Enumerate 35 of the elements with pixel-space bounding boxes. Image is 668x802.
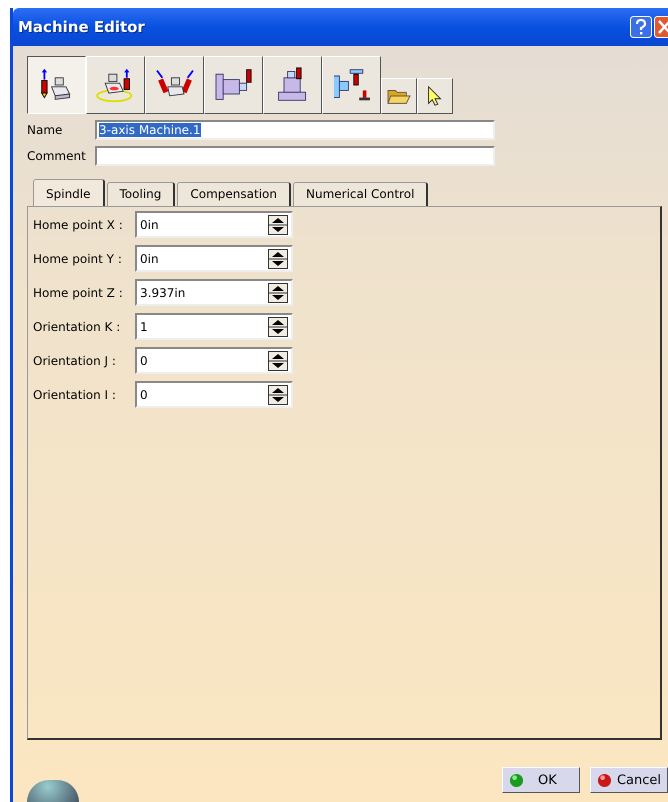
spin-arrows-icon[interactable] bbox=[268, 248, 288, 268]
ok-button[interactable]: OK bbox=[502, 767, 580, 793]
text-field[interactable] bbox=[95, 146, 495, 166]
spin-arrows-icon[interactable] bbox=[268, 214, 288, 234]
spin-arrows-icon[interactable] bbox=[268, 350, 288, 370]
parameter-label: Home point Y : bbox=[33, 252, 123, 266]
ok-icon bbox=[509, 772, 524, 788]
spin-field[interactable]: 0 bbox=[135, 381, 293, 408]
toolbar-button[interactable] bbox=[27, 56, 86, 114]
spin-arrows-icon[interactable] bbox=[268, 316, 288, 336]
text-field[interactable]: 3-axis Machine.1 bbox=[95, 120, 495, 140]
help-icon[interactable] bbox=[630, 16, 652, 38]
cancel-button[interactable]: Cancel bbox=[590, 767, 668, 793]
tab[interactable]: Compensation bbox=[177, 182, 291, 206]
field-label: Comment bbox=[27, 149, 87, 163]
parameter-label: Orientation K : bbox=[33, 320, 122, 334]
parameter-label: Orientation I : bbox=[33, 388, 117, 402]
tab[interactable]: Spindle bbox=[33, 179, 105, 206]
tab[interactable]: Numerical Control bbox=[293, 182, 428, 206]
tab[interactable]: Tooling bbox=[106, 182, 176, 206]
parameter-label: Orientation J : bbox=[33, 354, 117, 368]
spin-field[interactable]: 0in bbox=[135, 245, 293, 272]
parameter-label: Home point X : bbox=[33, 218, 124, 232]
parameter-label: Home point Z : bbox=[33, 286, 124, 300]
window-title: Machine Editor bbox=[18, 18, 145, 36]
close-icon[interactable] bbox=[654, 16, 668, 38]
spin-arrows-icon[interactable] bbox=[268, 384, 288, 404]
spin-field[interactable]: 0 bbox=[135, 347, 293, 374]
globe-drawing bbox=[27, 780, 79, 802]
spin-field[interactable]: 1 bbox=[135, 313, 293, 340]
cancel-icon bbox=[597, 772, 612, 788]
spin-field[interactable]: 3.937in bbox=[135, 279, 293, 306]
spin-field[interactable]: 0in bbox=[135, 211, 293, 238]
spin-arrows-icon[interactable] bbox=[268, 282, 288, 302]
field-label: Name bbox=[27, 123, 64, 137]
